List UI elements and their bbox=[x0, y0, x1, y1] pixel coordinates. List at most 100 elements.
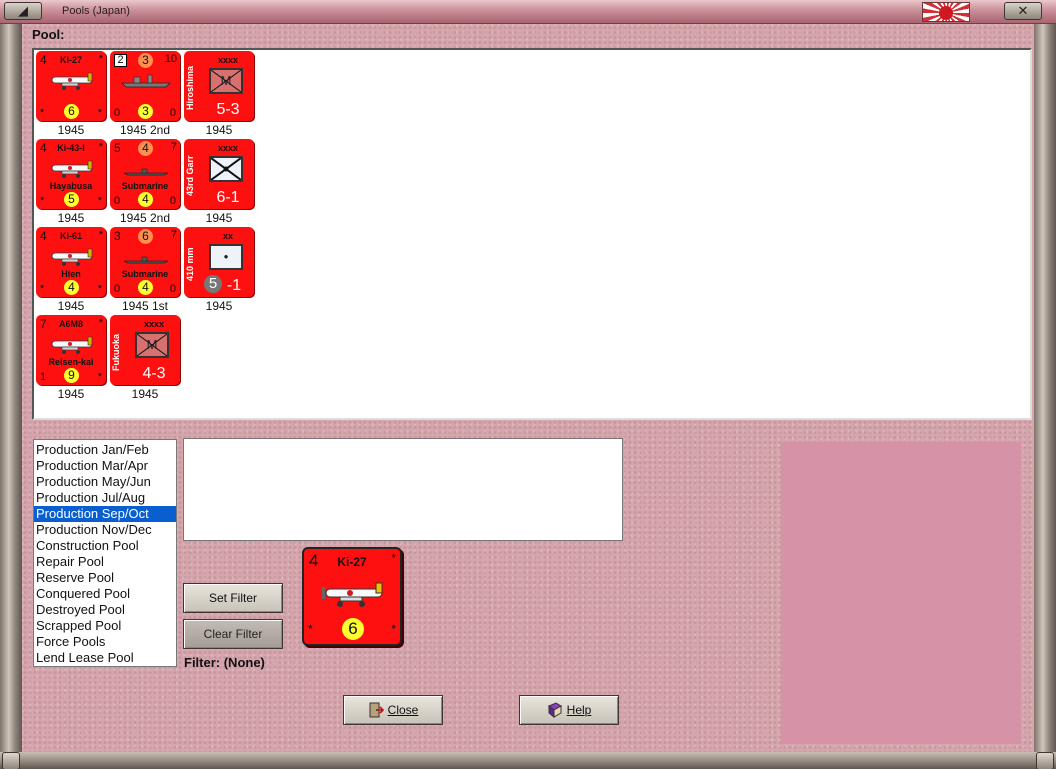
unit-year: 1945 2nd bbox=[119, 123, 171, 137]
pool-list-item[interactable]: Destroyed Pool bbox=[34, 602, 176, 618]
unit-counter[interactable]: Fukuoka xxxx M 4-3 bbox=[110, 315, 180, 385]
pool-unit[interactable]: 410 mm xx • 5 -1 1945 bbox=[182, 227, 256, 313]
fighter-plane-icon bbox=[322, 582, 383, 607]
pool-unit[interactable]: 4 Ki-27 * * 6 * 1945 bbox=[34, 51, 108, 137]
unit-subname: Hien bbox=[61, 269, 81, 279]
door-exit-icon bbox=[369, 702, 384, 718]
unit-symbol-letter: M bbox=[220, 73, 232, 88]
unit-type-symbol-icon: M bbox=[135, 332, 169, 358]
pool-unit[interactable]: 2 3 10 0 3 0 1945 2nd bbox=[108, 51, 182, 137]
pool-list-item[interactable]: Repair Pool bbox=[34, 554, 176, 570]
unit-counter[interactable]: 7 A6M8 * Reisen-kai 1 9 * bbox=[36, 315, 106, 385]
unit-year: 1945 bbox=[57, 211, 85, 225]
submarine-icon bbox=[123, 168, 169, 176]
filter-status: Filter: (None) bbox=[184, 655, 265, 670]
pool-list-item[interactable]: Construction Pool bbox=[34, 538, 176, 554]
selected-unit-range: * bbox=[308, 622, 313, 636]
unit-range: * bbox=[40, 107, 45, 119]
unit-top-right: 7 bbox=[170, 141, 177, 153]
close-window-button[interactable]: ✕ bbox=[1004, 2, 1042, 20]
unit-counter[interactable]: Hiroshima xxxx M 5-3 bbox=[184, 51, 254, 121]
unit-counter[interactable]: 2 3 10 0 3 0 bbox=[110, 51, 180, 121]
unit-subname: Reisen-kai bbox=[48, 357, 94, 367]
pool-unit[interactable]: Fukuoka xxxx M 4-3 1945 bbox=[108, 315, 182, 401]
unit-defense: * bbox=[97, 107, 102, 119]
unit-defense: 0 bbox=[169, 195, 176, 207]
pool-unit[interactable]: 5 4 7 Submarine 0 4 0 1945 2nd bbox=[108, 139, 182, 225]
pool-list-item[interactable]: Production Jul/Aug bbox=[34, 490, 176, 506]
selected-unit-star: * bbox=[391, 551, 396, 565]
pool-unit[interactable]: 43rd Garr xxxx 6-1 1945 bbox=[182, 139, 256, 225]
pool-list-item[interactable]: Conquered Pool bbox=[34, 586, 176, 602]
unit-year: 1945 bbox=[205, 211, 233, 225]
unit-star: * bbox=[98, 317, 103, 329]
selected-unit-defense: * bbox=[391, 622, 396, 636]
left-frame-rail bbox=[0, 24, 22, 752]
pool-unit[interactable]: 7 A6M8 * Reisen-kai 1 9 * 1945 bbox=[34, 315, 108, 401]
unit-subname: Submarine bbox=[121, 269, 169, 279]
unit-defense: * bbox=[97, 371, 102, 383]
selected-unit-strength: 6 bbox=[342, 618, 364, 640]
resize-corner-right[interactable] bbox=[1036, 752, 1054, 769]
unit-range: * bbox=[40, 283, 45, 295]
unit-designation: 43rd Garr bbox=[185, 155, 195, 197]
pool-selector-list[interactable]: Production Jan/Feb Production Mar/Apr Prod… bbox=[33, 439, 177, 667]
pool-unit[interactable]: Hiroshima xxxx M 5-3 1945 bbox=[182, 51, 256, 137]
unit-counter[interactable]: 43rd Garr xxxx 6-1 bbox=[184, 139, 254, 209]
unit-counter[interactable]: 4 Ki-27 * * 6 * bbox=[36, 51, 106, 121]
unit-top-right: 7 bbox=[170, 229, 177, 241]
unit-attack: 3 bbox=[114, 229, 121, 243]
unit-defense: 0 bbox=[169, 107, 176, 119]
clear-filter-button[interactable]: Clear Filter bbox=[183, 619, 283, 649]
unit-counter[interactable]: 3 6 7 Submarine 0 4 0 bbox=[110, 227, 180, 297]
unit-info-textbox[interactable] bbox=[183, 438, 623, 541]
unit-strength: 3 bbox=[138, 104, 153, 119]
pool-unit[interactable]: 3 6 7 Submarine 0 4 0 1945 1st bbox=[108, 227, 182, 313]
pool-units-panel: 4 Ki-27 * * 6 * 1945 2 3 10 0 3 0 1945 2nd Hiroshima xx… bbox=[32, 48, 1032, 420]
close-button[interactable]: Close bbox=[343, 695, 443, 725]
pool-list-item[interactable]: Production May/Jun bbox=[34, 474, 176, 490]
clear-filter-label: Clear Filter bbox=[203, 627, 263, 641]
unit-designation: Fukuoka bbox=[111, 333, 121, 371]
unit-counter[interactable]: 4 Ki-61 * Hien * 4 * bbox=[36, 227, 106, 297]
unit-star: * bbox=[98, 229, 103, 241]
pool-list-item[interactable]: Lend Lease Pool bbox=[34, 650, 176, 666]
unit-year: 1945 1st bbox=[121, 299, 169, 313]
pool-list-item[interactable]: Production Nov/Dec bbox=[34, 522, 176, 538]
bottom-frame-rail bbox=[0, 752, 1056, 769]
aircraft-icon bbox=[51, 72, 93, 90]
pool-list-item[interactable]: Production Sep/Oct bbox=[34, 506, 176, 522]
pool-list-item[interactable]: Force Pools bbox=[34, 634, 176, 650]
ship-icon bbox=[121, 74, 171, 88]
pool-list-item[interactable]: Reserve Pool bbox=[34, 570, 176, 586]
unit-size: xxxx bbox=[217, 143, 239, 153]
unit-box-value: 2 bbox=[114, 54, 127, 67]
unit-counter[interactable]: 4 Ki-43-I * Hayabusa * 5 * bbox=[36, 139, 106, 209]
pool-list-item[interactable]: Scrapped Pool bbox=[34, 618, 176, 634]
close-button-label: Close bbox=[387, 703, 419, 717]
unit-star: * bbox=[98, 53, 103, 65]
unit-range: 0 bbox=[114, 107, 121, 119]
title-bar[interactable]: ◢ Pools (Japan) ✕ bbox=[0, 0, 1056, 24]
unit-strength: 4 bbox=[138, 192, 153, 207]
unit-name: A6M8 bbox=[58, 319, 83, 329]
unit-counter[interactable]: 410 mm xx • 5 -1 bbox=[184, 227, 254, 297]
help-button[interactable]: Help bbox=[519, 695, 619, 725]
pool-list-item[interactable]: Production Mar/Apr bbox=[34, 458, 176, 474]
unit-combat-factors: 6-1 bbox=[216, 189, 240, 206]
set-filter-button[interactable]: Set Filter bbox=[183, 583, 283, 613]
unit-counter[interactable]: 5 4 7 Submarine 0 4 0 bbox=[110, 139, 180, 209]
minimize-icon: ◢ bbox=[18, 3, 28, 19]
unit-name: Ki-43-I bbox=[57, 143, 85, 153]
unit-size: xxxx bbox=[143, 319, 165, 329]
help-button-label: Help bbox=[566, 703, 592, 717]
unit-defense: * bbox=[97, 283, 102, 295]
pool-list-item[interactable]: Production Jan/Feb bbox=[34, 442, 176, 458]
unit-type-symbol-icon bbox=[209, 156, 243, 182]
selected-unit-name: Ki-27 bbox=[337, 555, 367, 569]
minimize-button[interactable]: ◢ bbox=[4, 2, 42, 20]
selected-unit-counter: 4 Ki-27 * * 6 * bbox=[302, 547, 402, 646]
pool-unit[interactable]: 4 Ki-43-I * Hayabusa * 5 * 1945 bbox=[34, 139, 108, 225]
unit-name: Ki-27 bbox=[59, 55, 82, 65]
pool-unit[interactable]: 4 Ki-61 * Hien * 4 * 1945 bbox=[34, 227, 108, 313]
